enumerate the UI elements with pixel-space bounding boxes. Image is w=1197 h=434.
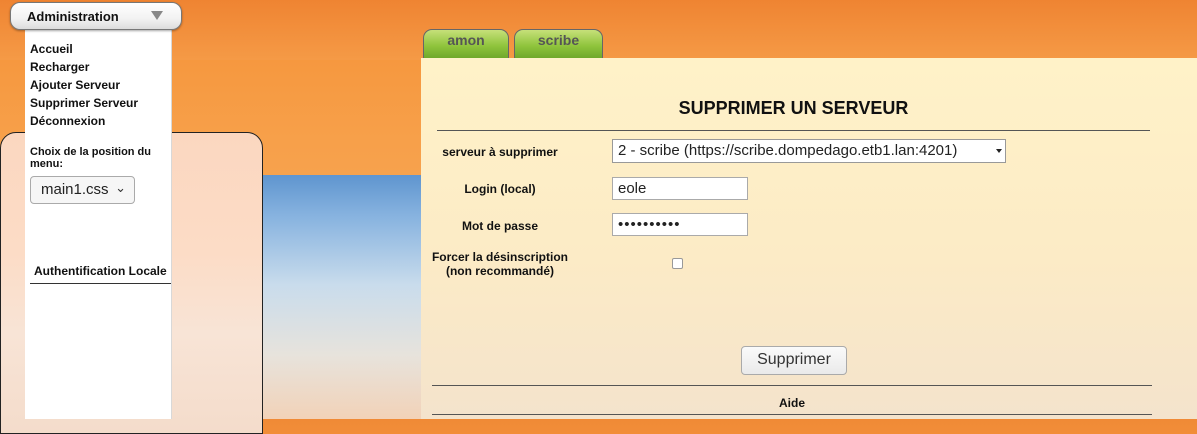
menu-link-recharger[interactable]: Recharger xyxy=(30,58,138,76)
administration-menu-button[interactable]: Administration xyxy=(10,2,182,30)
login-label: Login (local) xyxy=(464,182,536,196)
page-title: SUPPRIMER UN SERVEUR xyxy=(678,98,909,118)
chevron-down-icon: ⌄ xyxy=(115,180,126,195)
title-divider xyxy=(437,130,1150,131)
menu-link-supprimer-serveur[interactable]: Supprimer Serveur xyxy=(30,94,138,112)
menu-link-accueil[interactable]: Accueil xyxy=(30,40,138,58)
menu-position-select[interactable]: main1.css ⌄ xyxy=(30,176,135,204)
force-unsubscribe-checkbox[interactable] xyxy=(672,258,683,269)
server-label: serveur à supprimer xyxy=(442,145,558,159)
chevron-down-icon xyxy=(151,11,163,20)
force-unsubscribe-label: Forcer la désinscription (non recommandé… xyxy=(400,250,600,278)
auth-section-heading: Authentification Locale xyxy=(30,264,171,284)
tab-amon[interactable]: amon xyxy=(423,29,509,59)
supprimer-button[interactable]: Supprimer xyxy=(741,346,847,375)
administration-label: Administration xyxy=(27,9,119,24)
menu-position-label: Choix de la position du menu: xyxy=(30,146,151,170)
password-input[interactable] xyxy=(612,213,748,236)
menu-link-ajouter-serveur[interactable]: Ajouter Serveur xyxy=(30,76,138,94)
admin-menu-links: Accueil Recharger Ajouter Serveur Suppri… xyxy=(30,40,138,130)
tab-scribe[interactable]: scribe xyxy=(514,29,603,59)
password-label: Mot de passe xyxy=(461,219,539,233)
aide-section[interactable]: Aide xyxy=(432,385,1152,415)
menu-link-deconnexion[interactable]: Déconnexion xyxy=(30,112,138,130)
login-input[interactable] xyxy=(612,177,748,200)
server-select-value: 2 - scribe (https://scribe.dompedago.etb… xyxy=(618,142,958,159)
server-select[interactable]: 2 - scribe (https://scribe.dompedago.etb… xyxy=(612,139,1006,163)
menu-position-value: main1.css xyxy=(41,181,109,198)
force-label-line1: Forcer la désinscription xyxy=(431,250,569,264)
main-content: SUPPRIMER UN SERVEUR serveur à supprimer… xyxy=(421,58,1197,419)
dropdown-arrow-icon xyxy=(996,149,1002,153)
force-label-line2: (non recommandé) xyxy=(445,264,554,278)
